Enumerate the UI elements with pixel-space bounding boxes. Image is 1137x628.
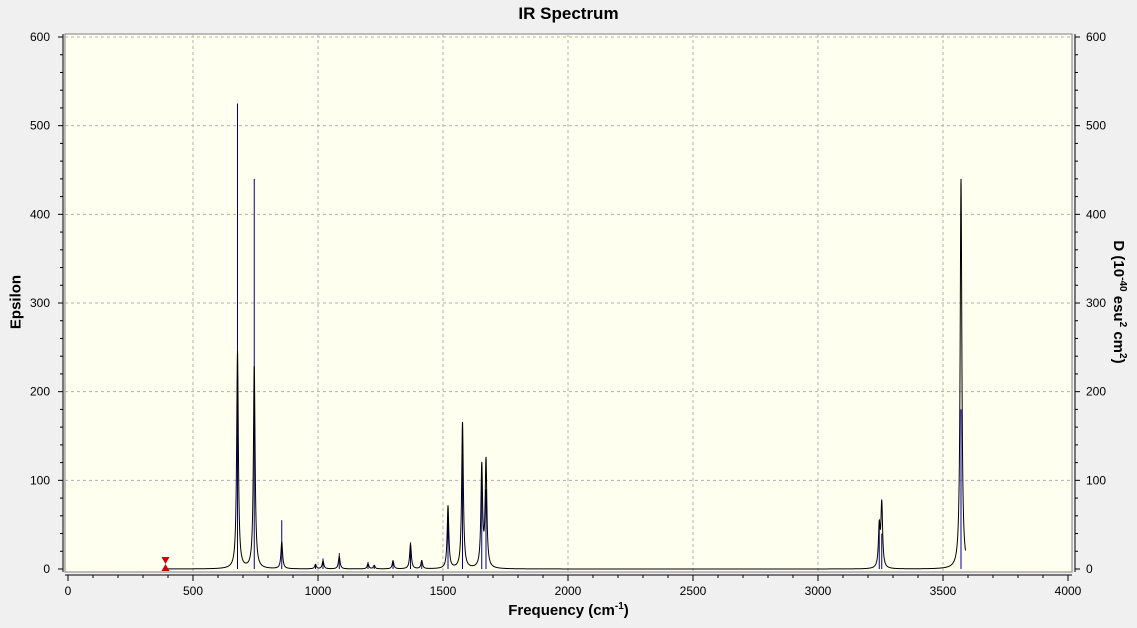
x-tick-label: 1500: [430, 584, 457, 598]
x-tick-label: 500: [183, 584, 203, 598]
y-tick-label-right: 100: [1086, 473, 1106, 487]
x-tick-label: 2500: [680, 584, 707, 598]
y-tick-label-left: 400: [30, 207, 50, 221]
x-tick-label: 4000: [1055, 584, 1082, 598]
x-tick-label: 0: [65, 584, 72, 598]
y-tick-label-left: 300: [30, 296, 50, 310]
y-tick-label-left: 100: [30, 473, 50, 487]
ir-spectrum-plot: 0 100 200 300 400 500 600 0 100 200 300 400 500 600 0 5…: [30, 30, 1106, 598]
y-tick-label-right: 600: [1086, 30, 1106, 44]
y-tick-label-left: 200: [30, 385, 50, 399]
y-tick-label-right: 300: [1086, 296, 1106, 310]
y-tick-label-right: 500: [1086, 119, 1106, 133]
y-tick-label-right: 0: [1086, 562, 1093, 576]
y-tick-label-left: 600: [30, 30, 50, 44]
x-tick-label: 3000: [805, 584, 832, 598]
y-tick-label-right: 400: [1086, 207, 1106, 221]
x-tick-label: 1000: [305, 584, 332, 598]
y-tick-label-left: 0: [43, 562, 50, 576]
x-tick-label: 2000: [555, 584, 582, 598]
y-tick-label-left: 500: [30, 119, 50, 133]
y-tick-label-right: 200: [1086, 385, 1106, 399]
x-tick-label: 3500: [930, 584, 957, 598]
